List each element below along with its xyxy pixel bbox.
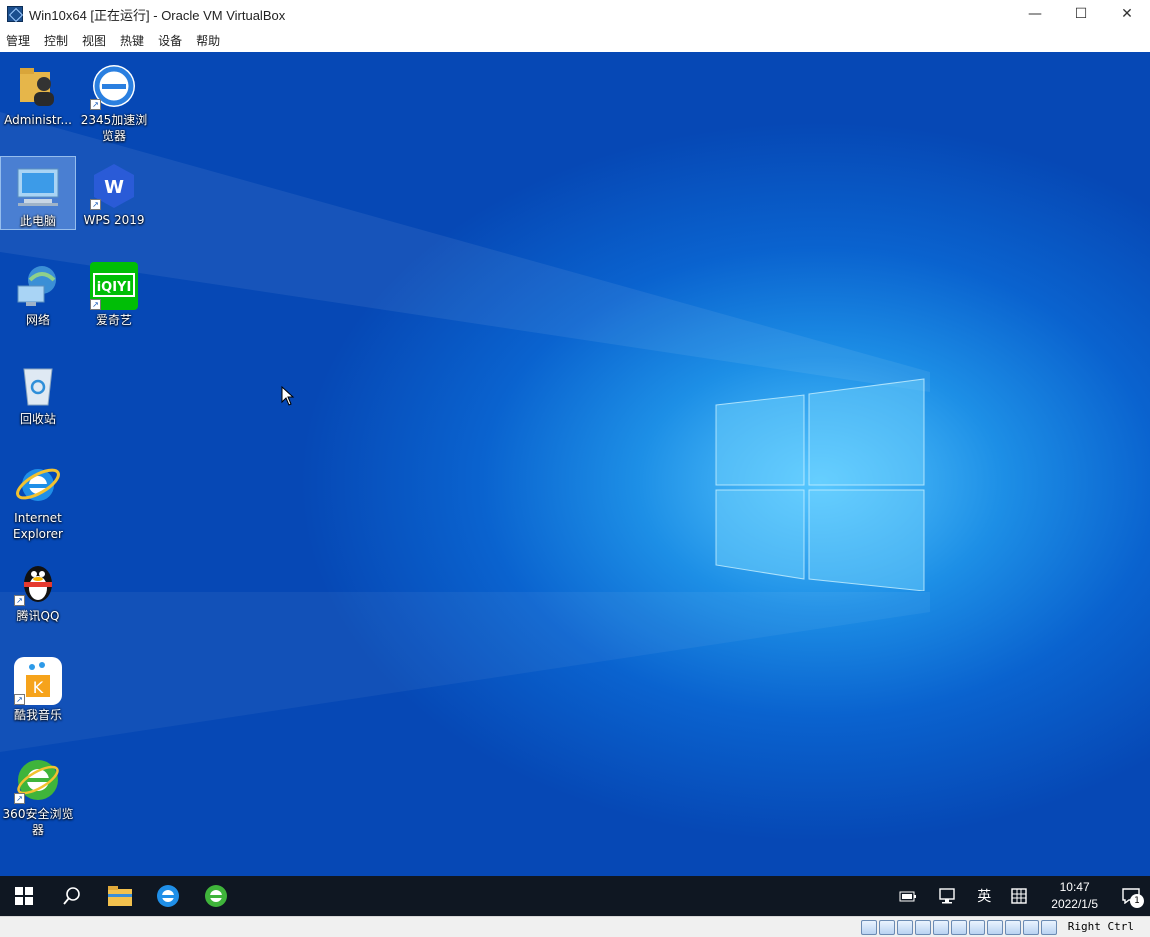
desktop-icon-label: Internet Explorer — [13, 511, 63, 541]
folder-icon — [108, 886, 132, 906]
minimize-button[interactable]: — — [1012, 0, 1058, 28]
ie-icon — [14, 460, 62, 508]
start-button[interactable] — [0, 876, 48, 916]
optical-drive-icon[interactable] — [879, 920, 895, 935]
desktop-icon-label: 爱奇艺 — [95, 313, 132, 327]
taskbar-clock[interactable]: 10:47 2022/1/5 — [1037, 879, 1112, 913]
desktop-icon-label: 此电脑 — [19, 214, 56, 228]
keyboard-capture-icon[interactable] — [1041, 920, 1057, 935]
menu-control[interactable]: 控制 — [44, 32, 68, 49]
close-button[interactable]: ✕ — [1104, 0, 1150, 28]
network-adapter-icon[interactable] — [915, 920, 931, 935]
shortcut-arrow-icon: ↗ — [14, 793, 25, 804]
360-browser-icon — [205, 885, 227, 907]
ime-mode-icon[interactable] — [1001, 876, 1037, 916]
desktop-icon-internet-explorer[interactable]: Internet Explorer — [0, 454, 76, 542]
notification-count-badge: 1 — [1130, 894, 1144, 908]
wps-logo-text: W — [104, 177, 124, 198]
taskbar-360-browser[interactable] — [192, 876, 240, 916]
desktop-icon-label: Administr... — [4, 113, 72, 127]
display-icon[interactable] — [969, 920, 985, 935]
mouse-cursor-icon — [281, 386, 295, 406]
battery-icon[interactable] — [889, 876, 927, 916]
kuwo-icon: K ↗ — [14, 657, 62, 705]
windows-logo-wallpaper — [715, 378, 925, 591]
window-titlebar[interactable]: Win10x64 [正在运行] - Oracle VM VirtualBox —… — [0, 0, 1150, 28]
virtualbox-statusbar: Right Ctrl — [0, 916, 1150, 937]
system-tray: 英 10:47 2022/1/5 1 — [889, 876, 1150, 916]
video-capture-icon[interactable] — [987, 920, 1003, 935]
desktop-icon-this-pc[interactable]: 此电脑 — [0, 156, 76, 230]
desktop-icon-label: 腾讯QQ — [16, 609, 60, 623]
taskbar: 英 10:47 2022/1/5 1 — [0, 876, 1150, 916]
virtualbox-icon — [7, 6, 23, 22]
desktop-icon-label: 360安全浏览器 — [2, 807, 74, 837]
menu-help[interactable]: 帮助 — [196, 32, 220, 49]
search-button[interactable] — [48, 876, 96, 916]
menubar: 管理 控制 视图 热键 设备 帮助 — [0, 28, 1150, 52]
taskbar-ie[interactable] — [144, 876, 192, 916]
cpu-virtualization-icon[interactable] — [1005, 920, 1021, 935]
shortcut-arrow-icon: ↗ — [90, 99, 101, 110]
360-browser-icon: ↗ — [14, 756, 62, 804]
search-icon — [63, 887, 80, 905]
menu-hotkey[interactable]: 热键 — [120, 32, 144, 49]
desktop-icon-iqiyi[interactable]: iQIYI ↗ 爱奇艺 — [76, 256, 152, 328]
mouse-integration-icon[interactable] — [1023, 920, 1039, 935]
iqiyi-logo-text: iQIYI — [97, 280, 132, 295]
desktop-icon-label: 酷我音乐 — [13, 708, 62, 722]
menu-view[interactable]: 视图 — [82, 32, 106, 49]
menu-manage[interactable]: 管理 — [6, 32, 30, 49]
clock-time: 10:47 — [1059, 880, 1090, 894]
menu-devices[interactable]: 设备 — [158, 32, 182, 49]
shortcut-arrow-icon: ↗ — [90, 199, 101, 210]
2345-browser-icon: ↗ — [90, 62, 138, 110]
shortcut-arrow-icon: ↗ — [14, 595, 25, 606]
network-icon — [14, 262, 62, 310]
desktop[interactable]: Administr... 此电脑 网络 回收站 Internet Explore… — [0, 52, 1150, 876]
this-pc-icon — [14, 163, 62, 211]
maximize-button[interactable]: ☐ — [1058, 0, 1104, 28]
desktop-icon-label: WPS 2019 — [83, 213, 145, 227]
wallpaper-light-rays — [0, 112, 930, 752]
user-folder-icon — [14, 62, 62, 110]
shortcut-arrow-icon: ↗ — [14, 694, 25, 705]
shared-folders-icon[interactable] — [951, 920, 967, 935]
network-status-icon[interactable] — [927, 876, 967, 916]
qq-icon: ↗ — [14, 558, 62, 606]
desktop-icon-kuwo-music[interactable]: K ↗ 酷我音乐 — [0, 651, 76, 723]
recycle-bin-icon — [14, 361, 62, 409]
desktop-icon-label: 2345加速浏览器 — [80, 113, 148, 143]
windows-start-icon — [15, 887, 33, 905]
ime-language-indicator[interactable]: 英 — [967, 876, 1001, 916]
svg-text:K: K — [33, 678, 44, 697]
wps-icon: W ↗ — [90, 162, 138, 210]
desktop-icon-label: 回收站 — [19, 412, 56, 426]
desktop-icon-wps[interactable]: W ↗ WPS 2019 — [76, 156, 152, 228]
desktop-icon-qq[interactable]: ↗ 腾讯QQ — [0, 552, 76, 624]
clock-date: 2022/1/5 — [1051, 897, 1098, 911]
taskbar-file-explorer[interactable] — [96, 876, 144, 916]
action-center-button[interactable]: 1 — [1112, 876, 1150, 916]
hard-disk-icon[interactable] — [861, 920, 877, 935]
desktop-icon-360-browser[interactable]: ↗ 360安全浏览器 — [0, 750, 76, 838]
desktop-icon-administrator[interactable]: Administr... — [0, 56, 76, 128]
window-title: Win10x64 [正在运行] - Oracle VM VirtualBox — [29, 7, 286, 23]
desktop-icon-2345-browser[interactable]: ↗ 2345加速浏览器 — [76, 56, 152, 144]
audio-icon[interactable] — [897, 920, 913, 935]
desktop-icon-network[interactable]: 网络 — [0, 256, 76, 328]
shortcut-arrow-icon: ↗ — [90, 299, 101, 310]
desktop-icon-label: 网络 — [25, 313, 50, 327]
ie-icon — [157, 885, 179, 907]
desktop-icon-recycle-bin[interactable]: 回收站 — [0, 355, 76, 427]
usb-icon[interactable] — [933, 920, 949, 935]
host-key-label: Right Ctrl — [1067, 920, 1134, 933]
iqiyi-icon: iQIYI ↗ — [90, 262, 138, 310]
